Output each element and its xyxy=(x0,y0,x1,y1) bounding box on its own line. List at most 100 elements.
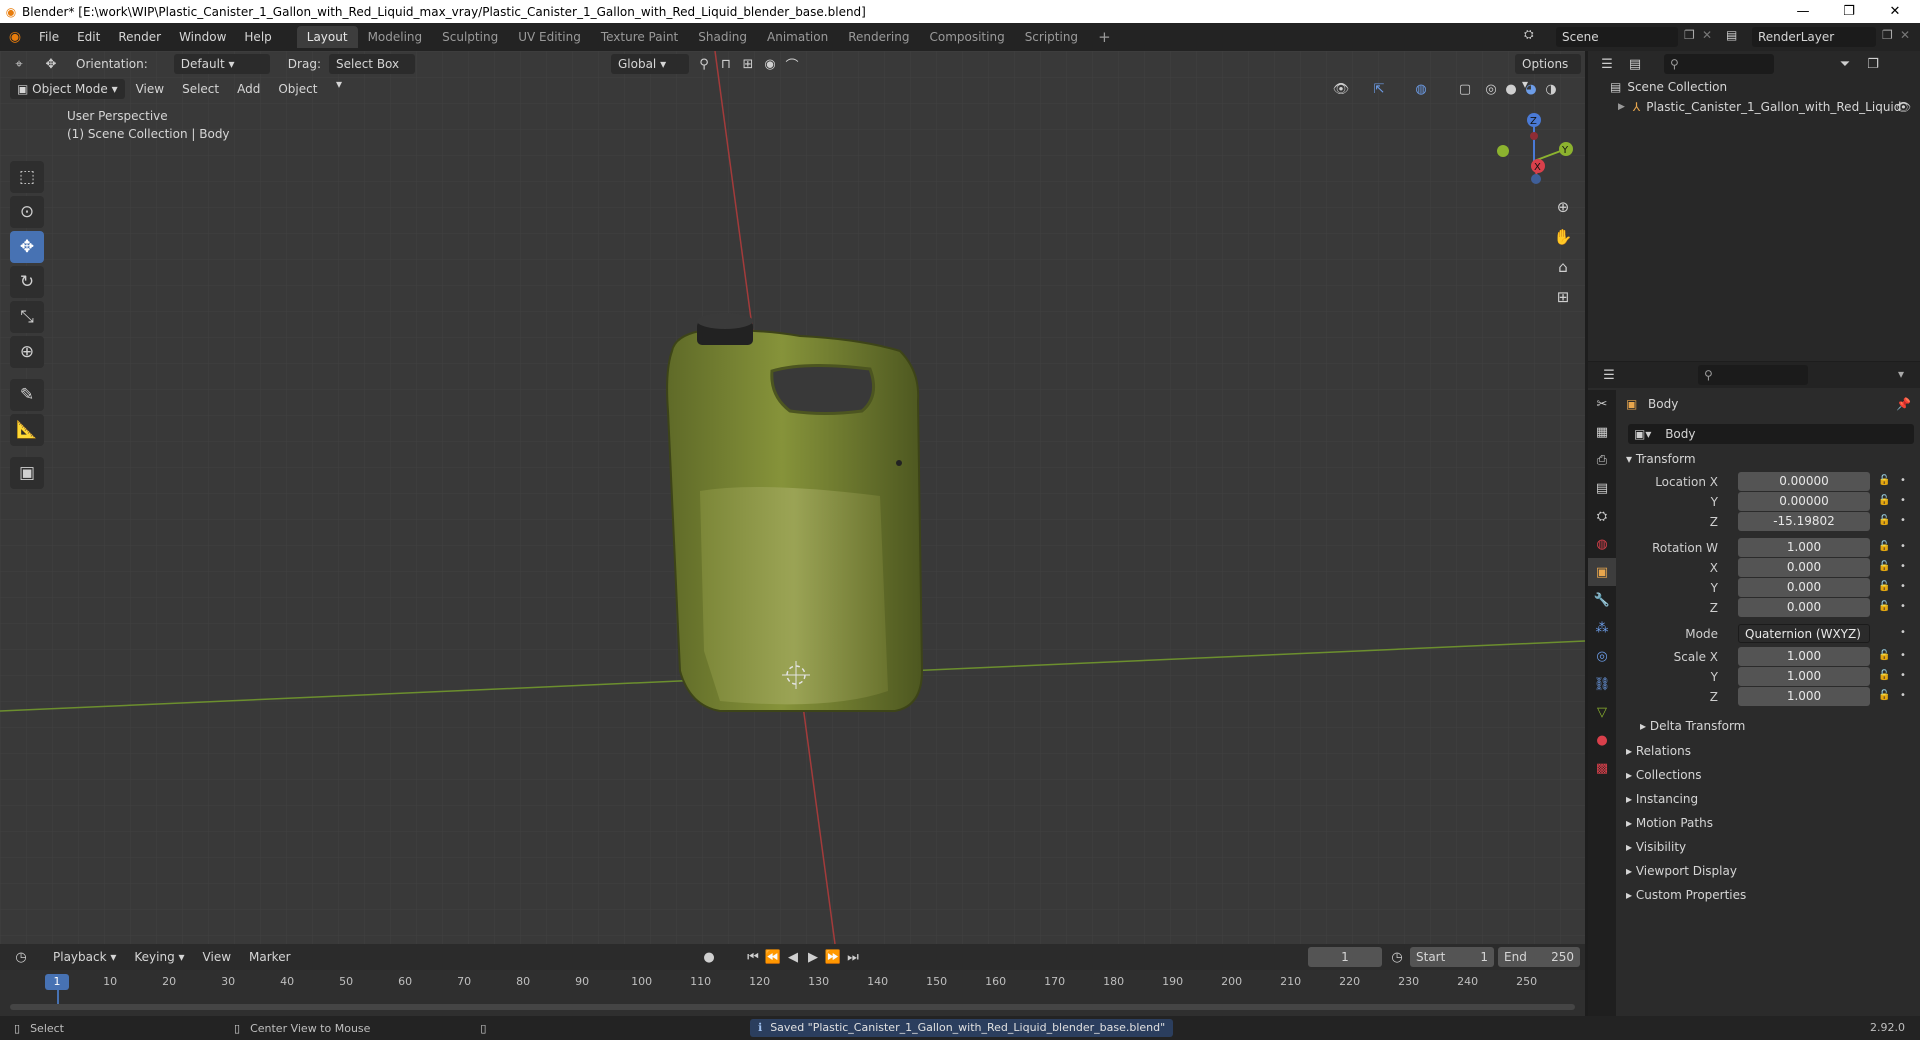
3d-viewport[interactable]: Z Y X ⌖ ✥ Orientation: Default ▾ Drag: S… xyxy=(0,51,1585,944)
frame-ruler[interactable]: 1 10 20 30 40 50 60 70 80 90 100 110 120 130 140 150 160… xyxy=(0,970,1585,1016)
scale-x-field[interactable]: 1.000 xyxy=(1738,647,1870,666)
scale-z-lock-icon[interactable]: 🔓 xyxy=(1878,690,1890,701)
rotation-z-field[interactable]: 0.000 xyxy=(1738,598,1870,617)
scale-tool-icon[interactable]: ⤡ xyxy=(10,301,44,333)
add-cube-tool-icon[interactable]: ▣ xyxy=(10,457,44,489)
new-view-layer-icon[interactable]: ❐ xyxy=(1882,28,1893,42)
rotation-z-lock-icon[interactable]: 🔓 xyxy=(1878,601,1890,612)
new-collection-icon[interactable]: ❐ xyxy=(1862,54,1884,74)
transform-tool-icon[interactable]: ⊕ xyxy=(10,336,44,368)
tab-layout[interactable]: Layout xyxy=(296,26,358,48)
close-icon[interactable]: ✕ xyxy=(1872,0,1918,23)
tab-animation[interactable]: Animation xyxy=(757,26,838,48)
relations-panel-toggle[interactable]: ▸ Relations xyxy=(1626,744,1691,758)
xray-icon[interactable]: ▢ xyxy=(1454,79,1476,99)
new-scene-icon[interactable]: ❐ xyxy=(1684,28,1695,42)
minimize-icon[interactable]: — xyxy=(1780,0,1826,23)
properties-editor-type-icon[interactable]: ☰ xyxy=(1598,365,1620,385)
restore-icon[interactable]: ❐ xyxy=(1826,0,1872,23)
display-mode-icon[interactable]: ▤ xyxy=(1624,54,1646,74)
location-z-field[interactable]: -15.19802 xyxy=(1738,512,1870,531)
menu-marker[interactable]: Marker xyxy=(242,947,297,967)
visibility-panel-toggle[interactable]: ▸ Visibility xyxy=(1626,840,1686,854)
location-x-keyframe-icon[interactable]: • xyxy=(1900,475,1906,486)
camera-view-icon[interactable]: ⌂ xyxy=(1552,257,1574,277)
timeline-scrollbar[interactable] xyxy=(10,1004,1575,1010)
scale-x-lock-icon[interactable]: 🔓 xyxy=(1878,650,1890,661)
location-y-lock-icon[interactable]: 🔓 xyxy=(1878,495,1890,506)
annotate-tool-icon[interactable]: ✎ xyxy=(10,379,44,411)
rotation-mode-dropdown[interactable]: Quaternion (WXYZ) ▾ xyxy=(1738,624,1870,660)
scene-field[interactable]: Scene xyxy=(1556,27,1678,47)
location-y-keyframe-icon[interactable]: • xyxy=(1900,495,1906,506)
wireframe-shading-icon[interactable]: ◎ xyxy=(1480,79,1502,99)
tab-sculpting[interactable]: Sculpting xyxy=(432,26,508,48)
location-z-lock-icon[interactable]: 🔓 xyxy=(1878,515,1890,526)
properties-options-icon[interactable]: ▾ xyxy=(1898,367,1904,381)
material-tab-icon[interactable]: ● xyxy=(1588,726,1616,754)
viewport-canvas[interactable]: Z Y X xyxy=(0,51,1585,944)
location-z-keyframe-icon[interactable]: • xyxy=(1900,515,1906,526)
menu-playback[interactable]: Playback ▾ xyxy=(46,947,123,967)
move-tool-icon[interactable]: ✥ xyxy=(40,54,62,74)
menu-window[interactable]: Window xyxy=(170,23,235,51)
pin-icon[interactable]: 📌 xyxy=(1896,397,1911,411)
rotation-y-lock-icon[interactable]: 🔓 xyxy=(1878,581,1890,592)
zoom-icon[interactable]: ⊕ xyxy=(1552,197,1574,217)
jump-keyframe-forward-icon[interactable]: ⏩ xyxy=(822,947,844,967)
collections-panel-toggle[interactable]: ▸ Collections xyxy=(1626,768,1701,782)
menu-help[interactable]: Help xyxy=(235,23,280,51)
menu-select[interactable]: Select xyxy=(175,79,226,99)
outliner-filter-icon[interactable]: ⏷ xyxy=(1834,54,1856,74)
tab-texture-paint[interactable]: Texture Paint xyxy=(591,26,688,48)
rotation-mode-keyframe-icon[interactable]: • xyxy=(1900,627,1906,638)
measure-tool-icon[interactable]: 📐 xyxy=(10,414,44,446)
tab-compositing[interactable]: Compositing xyxy=(919,26,1014,48)
menu-keying[interactable]: Keying ▾ xyxy=(127,947,191,967)
outliner-editor-type-icon[interactable]: ☰ xyxy=(1596,54,1618,74)
menu-add[interactable]: Add xyxy=(230,79,267,99)
texture-tab-icon[interactable]: ▩ xyxy=(1588,754,1616,782)
ortho-toggle-icon[interactable]: ⊞ xyxy=(1552,287,1574,307)
end-frame-field[interactable]: End 250 xyxy=(1498,947,1580,967)
falloff-icon[interactable]: ⌒ xyxy=(781,54,803,74)
menu-object[interactable]: Object xyxy=(271,79,324,99)
rotation-z-keyframe-icon[interactable]: • xyxy=(1900,601,1906,612)
rendered-shading-icon[interactable]: ◑ xyxy=(1540,79,1562,99)
pan-hand-icon[interactable]: ✋ xyxy=(1552,227,1574,247)
transform-panel-toggle[interactable]: ▾ Transform xyxy=(1626,452,1696,466)
play-reverse-icon[interactable]: ◀ xyxy=(782,947,804,967)
outliner-item[interactable]: ▶ ⅄ Plastic_Canister_1_Gallon_with_Red_L… xyxy=(1588,97,1920,117)
delete-view-layer-icon[interactable]: ✕ xyxy=(1900,28,1910,42)
tab-shading[interactable]: Shading xyxy=(688,26,757,48)
add-workspace-icon[interactable]: + xyxy=(1088,26,1121,48)
rotation-x-field[interactable]: 0.000 xyxy=(1738,558,1870,577)
material-shading-icon[interactable]: ◕ xyxy=(1520,79,1542,99)
tab-scripting[interactable]: Scripting xyxy=(1015,26,1088,48)
rotation-y-keyframe-icon[interactable]: • xyxy=(1900,581,1906,592)
location-x-lock-icon[interactable]: 🔓 xyxy=(1878,475,1890,486)
delete-scene-icon[interactable]: ✕ xyxy=(1702,28,1712,42)
properties-search-input[interactable]: ⚲ xyxy=(1698,365,1808,385)
timeline-editor-type-icon[interactable]: ◷ xyxy=(10,947,32,967)
cursor-tool-icon[interactable]: ⊙ xyxy=(10,196,44,228)
rotation-y-field[interactable]: 0.000 xyxy=(1738,578,1870,597)
mode-dropdown[interactable]: ▣ Object Mode ▾ xyxy=(10,79,125,99)
proportional-edit-icon[interactable]: ◉ xyxy=(759,54,781,74)
menu-file[interactable]: File xyxy=(30,23,68,51)
location-y-field[interactable]: 0.00000 xyxy=(1738,492,1870,511)
scale-y-lock-icon[interactable]: 🔓 xyxy=(1878,670,1890,681)
instancing-panel-toggle[interactable]: ▸ Instancing xyxy=(1626,792,1698,806)
drag-dropdown[interactable]: Select Box ▾ xyxy=(328,54,415,91)
menu-view[interactable]: View xyxy=(129,79,171,99)
snap-icon[interactable]: ⊓ xyxy=(715,54,737,74)
jump-start-icon[interactable]: ⏮ xyxy=(742,947,764,967)
transform-orientation-dropdown[interactable]: Global ▾ xyxy=(610,54,689,74)
visibility-icon[interactable]: 👁 xyxy=(1330,79,1352,99)
editor-type-icon[interactable]: ⌖ xyxy=(8,54,30,74)
rotation-w-keyframe-icon[interactable]: • xyxy=(1900,541,1906,552)
tab-uv-editing[interactable]: UV Editing xyxy=(508,26,591,48)
scale-y-keyframe-icon[interactable]: • xyxy=(1900,670,1906,681)
location-x-field[interactable]: 0.00000 xyxy=(1738,472,1870,491)
play-icon[interactable]: ▶ xyxy=(802,947,824,967)
